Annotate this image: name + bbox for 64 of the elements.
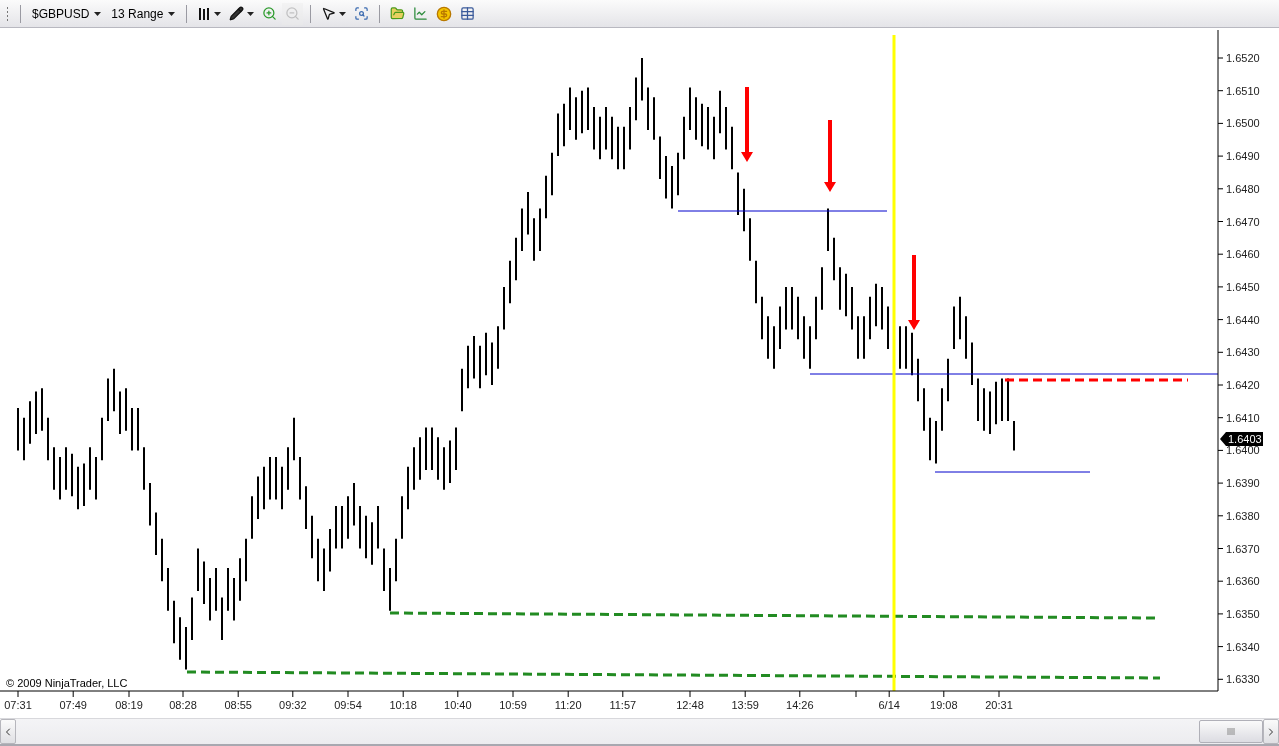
scrollbar[interactable] (0, 718, 1279, 746)
axis-label: 1.6510 (1226, 84, 1260, 97)
axis-label: 1.6420 (1226, 379, 1260, 391)
axis-label: 1.6470 (1226, 215, 1260, 228)
axis-label: 1.6370 (1226, 542, 1260, 555)
last-price-marker: 1.6403 (1220, 432, 1263, 446)
folder-icon (390, 6, 406, 21)
axis-label: 08:19 (115, 699, 143, 711)
axis-label: 1.6430 (1226, 346, 1260, 359)
line-chart-icon (413, 6, 429, 21)
axis-label: 07:31 (4, 699, 32, 711)
axis-label: 1.6520 (1226, 52, 1260, 64)
magnifier-frame-icon (354, 6, 370, 21)
pointer-icon (321, 6, 337, 21)
axis-label: 1.6410 (1226, 411, 1260, 424)
zoom-out-icon (285, 6, 301, 21)
caret-icon (168, 11, 176, 16)
axis-label: 1.6500 (1226, 117, 1260, 130)
axis-label: 1.6340 (1226, 640, 1260, 653)
axis-label: 10:18 (389, 699, 417, 711)
caret-icon (214, 11, 222, 16)
axis-label: 1.6480 (1226, 182, 1260, 195)
axis-label: 6/14 (878, 699, 900, 711)
toolbar-grip[interactable] (6, 5, 9, 22)
axis-label: 07:49 (59, 699, 87, 711)
period-dropdown[interactable]: 13 Range (107, 2, 180, 25)
axis-label: 08:28 (169, 699, 197, 711)
table-icon (460, 6, 476, 21)
axis-label: 14:26 (786, 699, 814, 711)
copyright-text: © 2009 NinjaTrader, LLC (6, 677, 128, 689)
scroll-right-button[interactable] (1263, 719, 1279, 744)
axis-label: 1.6360 (1226, 575, 1260, 588)
bars-icon (197, 6, 212, 21)
caret-icon (247, 11, 255, 16)
axis-label: 08:55 (224, 699, 252, 711)
axis-label: 10:40 (444, 699, 472, 711)
caret-icon (339, 11, 347, 16)
axis-label: 09:54 (334, 699, 362, 711)
axis-label: 19:08 (930, 699, 958, 711)
axis-label: 1.6380 (1226, 509, 1260, 522)
axis-label: 1.6460 (1226, 248, 1260, 261)
axis-label: 1.6440 (1226, 313, 1260, 326)
axis-label: 1.6390 (1226, 477, 1260, 490)
axis-label: 10:59 (499, 699, 527, 711)
axis-label: 1.6350 (1226, 607, 1260, 620)
caret-icon (94, 11, 102, 16)
scroll-thumb[interactable] (1199, 720, 1263, 743)
axis-label: 11:57 (609, 699, 637, 711)
grip-icon (1226, 728, 1236, 735)
coin-icon (436, 5, 453, 22)
instrument-dropdown[interactable]: $GBPUSD (28, 2, 106, 25)
arrow (824, 120, 836, 192)
axis-label: 09:32 (279, 699, 307, 711)
axis-label: 1.6450 (1226, 280, 1260, 293)
pencil-icon (229, 6, 245, 21)
axis-label: 12:48 (676, 699, 704, 711)
axis-label: 20:31 (985, 699, 1013, 711)
axis-label: 1.6330 (1226, 673, 1260, 686)
axis-label: 1.6490 (1226, 150, 1260, 163)
axis-label: 13:59 (731, 699, 759, 711)
axis-label: 11:20 (554, 699, 582, 711)
axis-label: 1.6400 (1226, 444, 1260, 457)
scroll-left-button[interactable] (0, 719, 16, 744)
zoom-in-icon (262, 6, 278, 21)
